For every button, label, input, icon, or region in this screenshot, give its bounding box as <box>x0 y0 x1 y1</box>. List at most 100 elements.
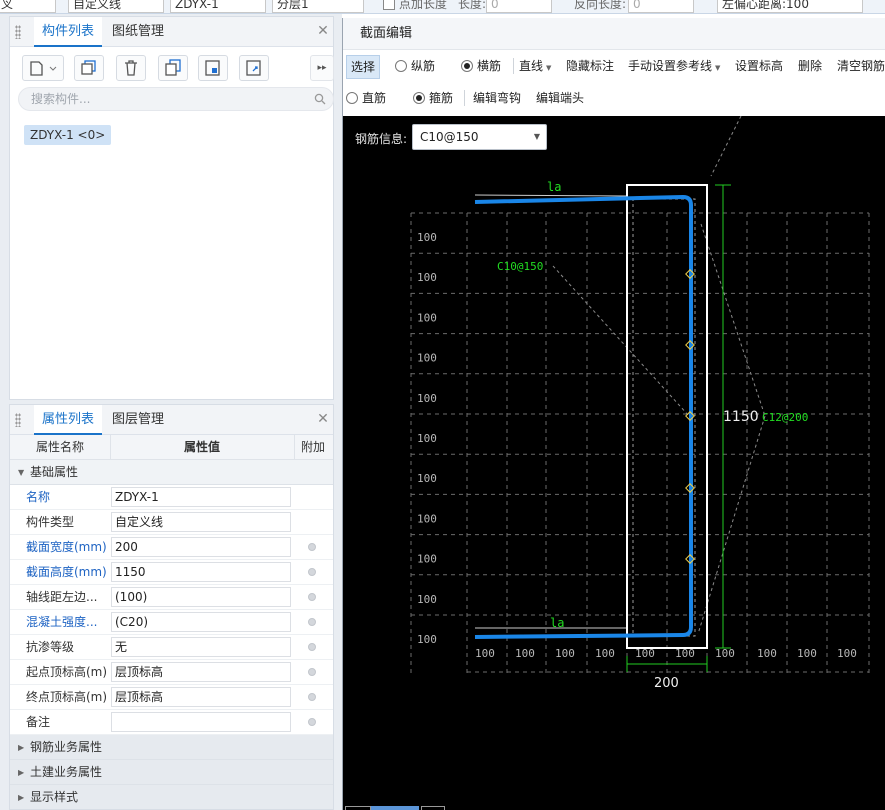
tab-layer-management[interactable]: 图层管理 <box>104 405 172 435</box>
height-dimension: 1150 <box>715 184 759 649</box>
bottom-tab-1[interactable] <box>345 806 371 810</box>
duplicate-button[interactable] <box>158 55 188 81</box>
property-name: 终点顶标高(m) <box>26 690 108 704</box>
extra-checkbox[interactable] <box>308 618 316 626</box>
extra-checkbox[interactable] <box>308 718 316 726</box>
group-civil-properties[interactable]: ▶ 土建业务属性 <box>10 760 333 785</box>
radio-icon <box>395 60 407 72</box>
section-drawing[interactable]: 100 100 100 100 100 100 100 100 100 100 100 100 100 1… <box>343 116 885 810</box>
close-icon[interactable]: ✕ <box>315 411 331 427</box>
radio-straight-label: 直筋 <box>362 91 387 105</box>
close-icon[interactable]: ✕ <box>315 23 331 39</box>
property-list-panel: 属性列表 图层管理 ✕ 属性名称 属性值 附加 ▼ 基础属性 名称 ZDYX-1 构件… <box>9 404 334 810</box>
group-rebar-properties[interactable]: ▶ 钢筋业务属性 <box>10 735 333 760</box>
edit-hook-button[interactable]: 编辑弯钩 <box>473 89 521 107</box>
floor-select[interactable]: 分层1 <box>272 0 364 13</box>
group-rebar-label: 钢筋业务属性 <box>30 740 103 754</box>
width-dimension-label: 200 <box>654 676 679 691</box>
property-value-input[interactable]: (C20) <box>111 612 291 632</box>
extra-checkbox[interactable] <box>308 668 316 676</box>
tab-component-list[interactable]: 构件列表 <box>34 17 103 47</box>
grid-label-vertical: 100 <box>417 231 437 244</box>
bottom-tab-4[interactable] <box>421 806 445 810</box>
offset-input[interactable]: 左偏心距离:100 <box>717 0 863 13</box>
property-name: 轴线距左边... <box>26 590 98 604</box>
radio-transverse-label: 横筋 <box>477 59 502 73</box>
property-panel-tabs: 属性列表 图层管理 ✕ <box>10 405 333 435</box>
group-basic-properties[interactable]: ▼ 基础属性 <box>10 460 333 485</box>
component-panel-tabs: 构件列表 图纸管理 ✕ <box>10 17 333 47</box>
property-value-input[interactable]: 200 <box>111 537 291 557</box>
tab-property-list[interactable]: 属性列表 <box>34 405 103 435</box>
mode-select[interactable]: 叉 <box>0 0 56 13</box>
hide-annotation-button[interactable]: 隐藏标注 <box>566 57 614 75</box>
extra-checkbox[interactable] <box>308 643 316 651</box>
property-name: 截面宽度(mm) <box>26 540 107 554</box>
edit-end-button[interactable]: 编辑端头 <box>536 89 584 107</box>
extra-checkbox[interactable] <box>308 568 316 576</box>
expand-arrow-icon: ▶ <box>18 768 25 777</box>
line-mode-dropdown[interactable]: 直线 ▼ <box>519 57 551 77</box>
component-item-zdyx-1[interactable]: ZDYX-1 <0> <box>24 125 112 145</box>
select-button[interactable]: 选择 <box>346 55 380 79</box>
bottom-tab-3[interactable] <box>395 806 419 810</box>
type-select[interactable]: 自定义线 <box>68 0 164 13</box>
property-value-input[interactable]: ZDYX-1 <box>111 487 291 507</box>
search-icon[interactable] <box>314 93 326 105</box>
length-input[interactable]: 0 <box>486 0 552 13</box>
radio-stirrup[interactable]: 箍筋 <box>413 89 453 107</box>
property-row: 截面宽度(mm) 200 <box>10 535 333 560</box>
section-toolbar-primary: 选择 纵筋 横筋 直线 ▼ 隐藏标注 手动设置参考线 ▼ 设置标高 删除 清空钢筋 <box>343 52 885 80</box>
grid-label-vertical: 100 <box>417 593 437 606</box>
copy-button[interactable] <box>74 55 104 81</box>
layer-copy-icon <box>246 60 261 76</box>
delete-button[interactable]: 删除 <box>798 57 822 75</box>
property-row: 备注 <box>10 710 333 735</box>
section-drawing-canvas[interactable]: 钢筋信息: C10@150 ▼ 100 100 100 100 100 100 100 100 1… <box>343 116 885 810</box>
property-value-input[interactable] <box>111 712 291 732</box>
property-value-input[interactable]: 无 <box>111 637 291 657</box>
bottom-tab-2[interactable] <box>371 806 395 810</box>
layer-copy-button[interactable] <box>239 55 269 81</box>
more-tools-button[interactable]: ▸▸ <box>310 55 334 81</box>
reverse-length-input[interactable]: 0 <box>628 0 694 13</box>
chevron-down-icon: ▼ <box>546 64 552 72</box>
manual-reference-line-button[interactable]: 手动设置参考线 ▼ <box>628 57 720 77</box>
property-value-input[interactable]: 1150 <box>111 562 291 582</box>
cover-line <box>632 198 696 637</box>
grid-label-vertical: 100 <box>417 633 437 646</box>
component-select[interactable]: ZDYX-1 <box>170 0 266 13</box>
extra-checkbox[interactable] <box>308 693 316 701</box>
property-value-input[interactable]: 自定义线 <box>111 512 291 532</box>
radio-longitudinal[interactable]: 纵筋 <box>395 57 435 75</box>
offset-label: 左偏心距离: <box>722 0 787 11</box>
radio-straight-bar[interactable]: 直筋 <box>346 89 386 107</box>
set-elevation-button[interactable]: 设置标高 <box>735 57 783 75</box>
radio-checked-icon <box>461 60 473 72</box>
property-name: 混凝土强度... <box>26 615 98 629</box>
group-display-style[interactable]: ▶ 显示样式 <box>10 785 333 809</box>
extra-checkbox[interactable] <box>308 543 316 551</box>
property-row: 截面高度(mm) 1150 <box>10 560 333 585</box>
drag-handle-icon[interactable] <box>15 25 21 39</box>
property-row: 轴线距左边... (100) <box>10 585 333 610</box>
drag-handle-icon[interactable] <box>15 413 21 427</box>
property-value-input[interactable]: 层顶标高 <box>111 662 291 682</box>
grid-label-horizontal: 100 <box>595 647 615 660</box>
radio-transverse[interactable]: 横筋 <box>461 57 501 75</box>
property-value-input[interactable]: (100) <box>111 587 291 607</box>
clear-rebar-button[interactable]: 清空钢筋 <box>837 57 885 75</box>
property-value-input[interactable]: 层顶标高 <box>111 687 291 707</box>
height-dimension-label: 1150 <box>723 409 759 425</box>
new-component-button[interactable] <box>22 55 64 81</box>
property-row: 起点顶标高(m) 层顶标高 <box>10 660 333 685</box>
radio-stirrup-label: 箍筋 <box>429 91 454 105</box>
floor-copy-button[interactable] <box>198 55 228 81</box>
tab-drawing-management[interactable]: 图纸管理 <box>104 17 172 47</box>
delete-button[interactable] <box>116 55 146 81</box>
add-length-checkbox[interactable] <box>383 0 395 10</box>
section-edit-dialog: 截面编辑 选择 纵筋 横筋 直线 ▼ 隐藏标注 手动设置参考线 ▼ 设置标高 删除 … <box>342 18 885 810</box>
property-row: 构件类型 自定义线 <box>10 510 333 535</box>
search-input[interactable]: 搜索构件... <box>18 87 334 111</box>
extra-checkbox[interactable] <box>308 593 316 601</box>
